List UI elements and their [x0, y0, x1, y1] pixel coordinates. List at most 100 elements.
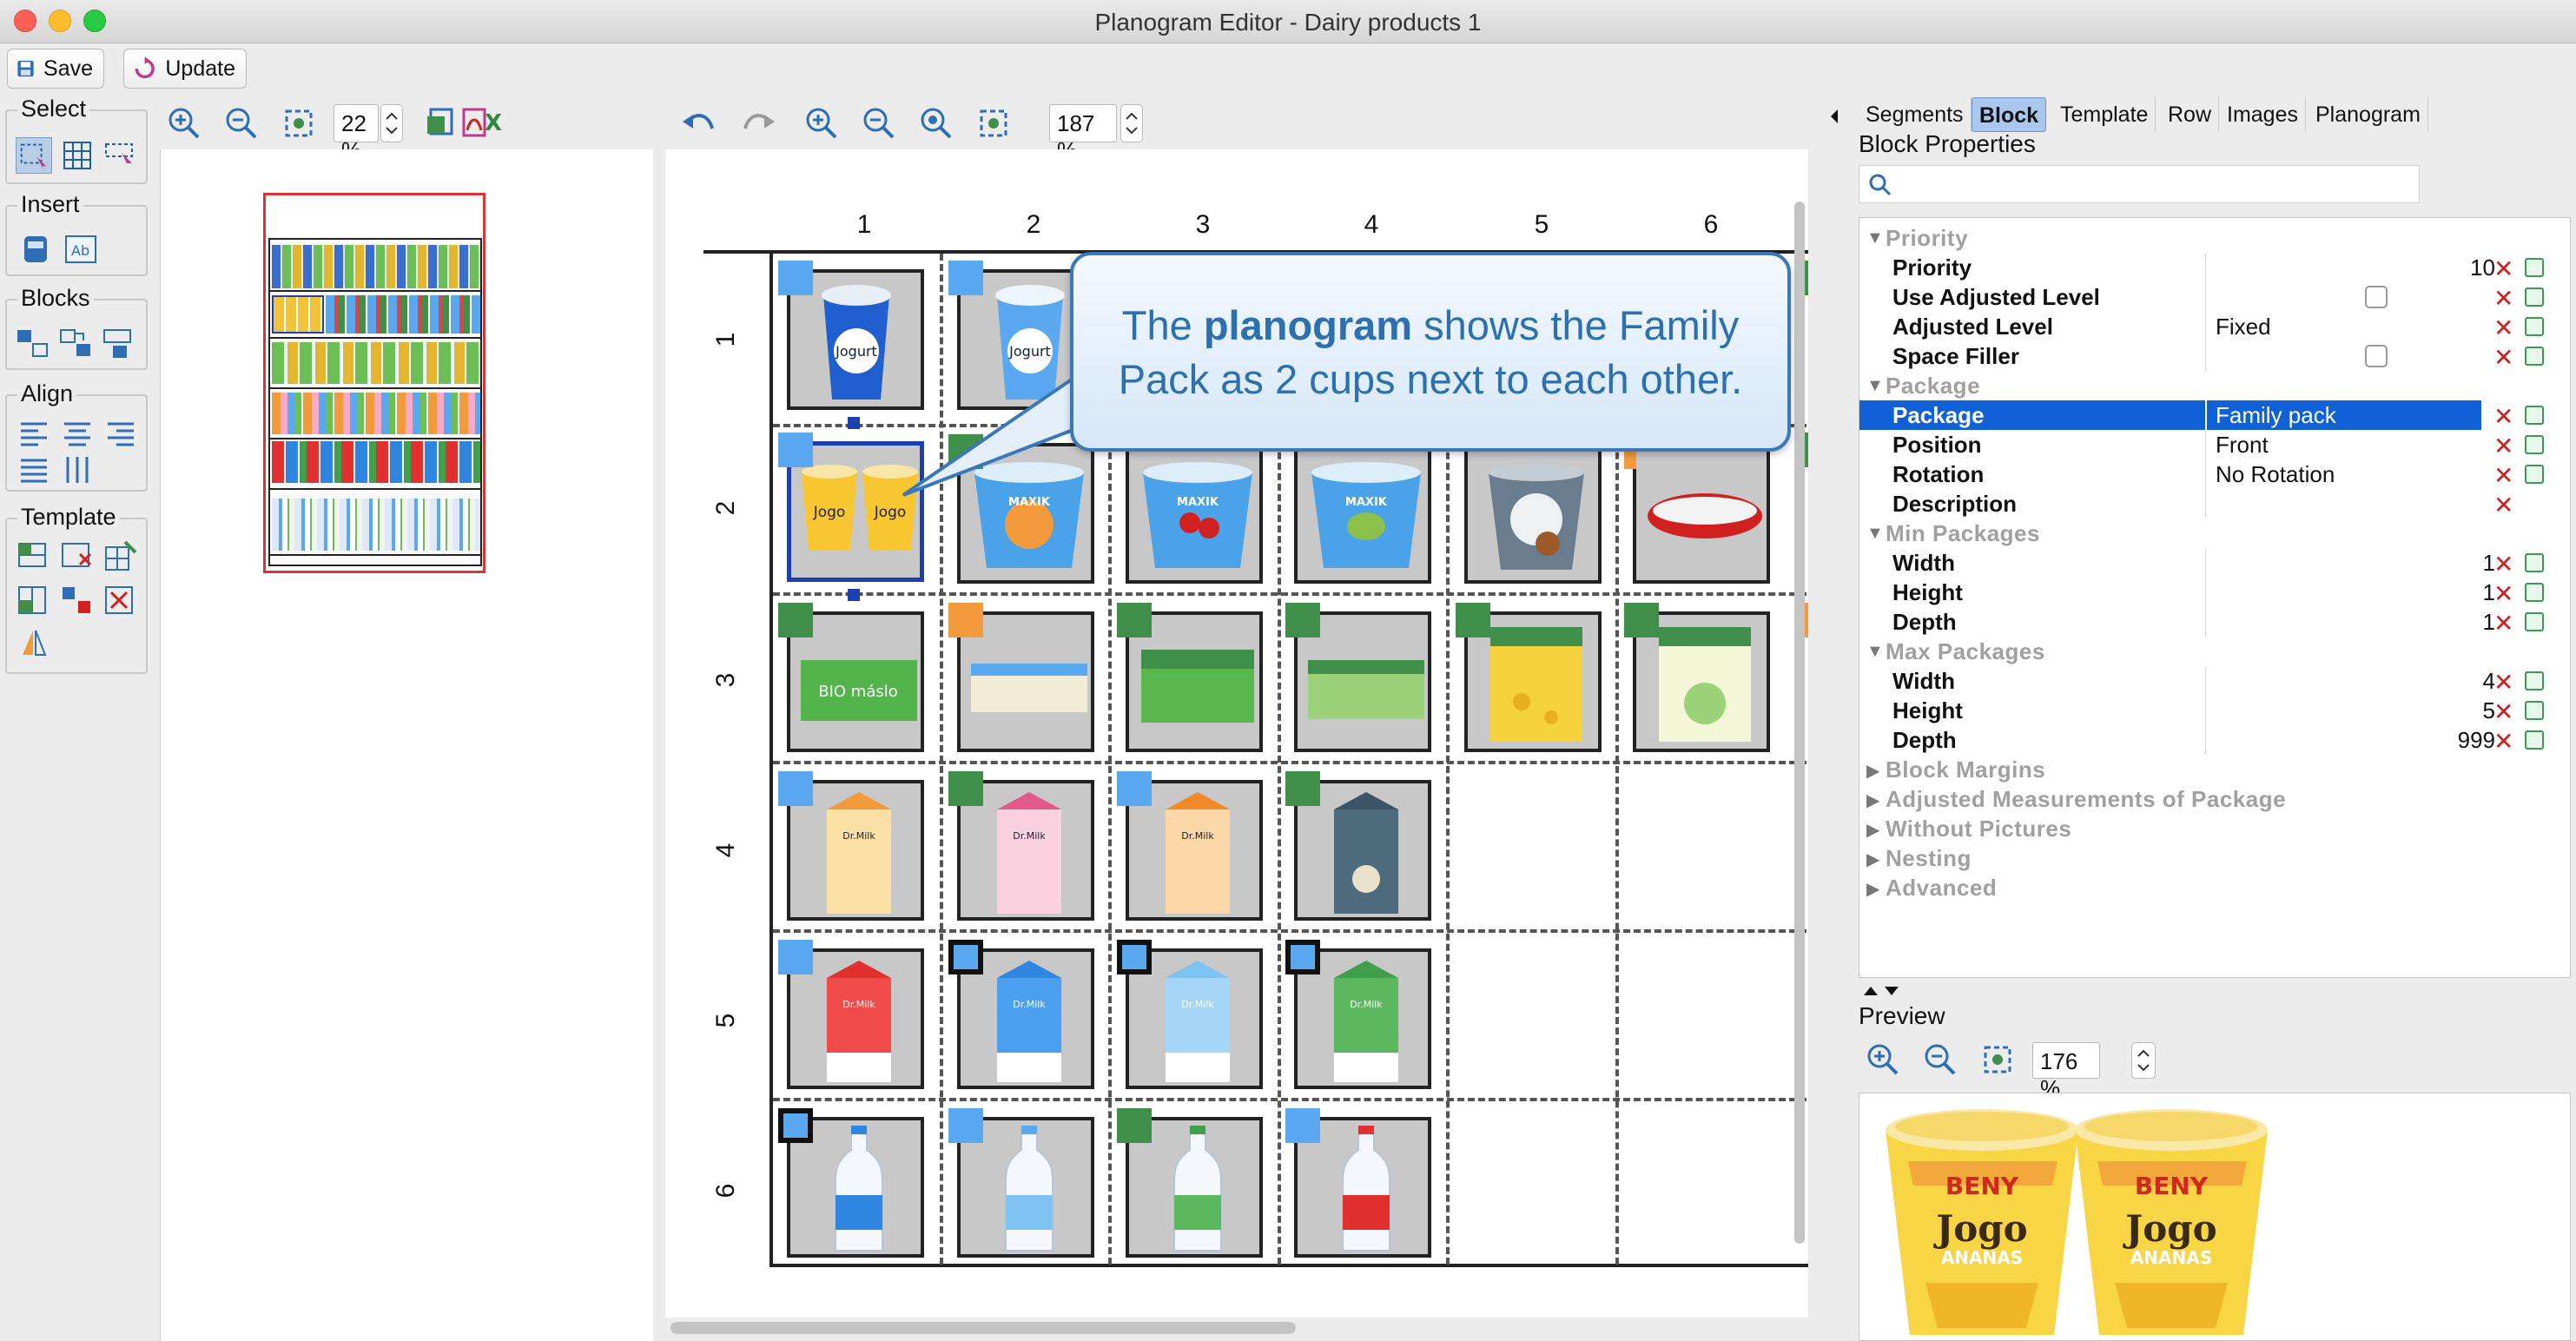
edit-property-icon[interactable]	[2525, 671, 2544, 690]
reset-property-icon[interactable]: ✕	[2493, 579, 2513, 608]
block-marker-blue[interactable]	[778, 940, 813, 974]
property-row-max-depth[interactable]: Depth 999 ✕	[1859, 725, 2570, 755]
block-marker-blue[interactable]	[1285, 1108, 1320, 1143]
edit-property-icon[interactable]	[2525, 465, 2544, 484]
tab-template[interactable]: Template	[2053, 97, 2157, 132]
editor-horizontal-scrollbar[interactable]	[670, 1322, 1296, 1334]
product-cell[interactable]	[1464, 443, 1602, 584]
block-marker-blue[interactable]	[1117, 771, 1152, 806]
align-left-icon[interactable]	[16, 415, 52, 452]
edit-property-icon[interactable]	[2525, 258, 2544, 277]
template-add-row-icon[interactable]	[16, 538, 52, 575]
overview-canvas[interactable]	[160, 149, 653, 1341]
editor-zoom-stepper[interactable]	[1120, 104, 1143, 142]
property-row-min-depth[interactable]: Depth 1 ✕	[1859, 607, 2570, 637]
block-marker-blue[interactable]	[948, 261, 983, 295]
update-button[interactable]: Update	[123, 49, 247, 89]
block-marker-green[interactable]	[1117, 603, 1152, 637]
block-marker-blue[interactable]	[778, 261, 813, 295]
block-split-icon[interactable]	[14, 325, 50, 361]
edit-property-icon[interactable]	[2525, 730, 2544, 750]
reset-property-icon[interactable]: ✕	[2493, 343, 2513, 372]
edit-property-icon[interactable]	[2525, 583, 2544, 602]
block-marker-selected[interactable]	[778, 1108, 813, 1143]
reset-property-icon[interactable]: ✕	[2493, 491, 2513, 519]
tab-segments[interactable]: Segments	[1859, 97, 1972, 132]
insert-product-icon[interactable]	[17, 231, 54, 268]
product-cell[interactable]: MAXIK	[1294, 443, 1431, 584]
space-filler-checkbox[interactable]	[2365, 345, 2388, 367]
reset-property-icon[interactable]: ✕	[2493, 550, 2513, 578]
tab-block[interactable]: Block	[1972, 97, 2047, 132]
preview-zoom-stepper[interactable]	[2131, 1042, 2156, 1079]
collapse-left-icon[interactable]	[1827, 108, 1841, 125]
editor-fit-to-window-icon[interactable]	[974, 104, 1013, 142]
block-marker-blue[interactable]	[948, 1108, 983, 1143]
align-right-icon[interactable]	[102, 415, 139, 452]
property-row-adjusted-level[interactable]: Adjusted Level Fixed ✕	[1859, 312, 2570, 341]
edit-property-icon[interactable]	[2525, 287, 2544, 307]
reset-property-icon[interactable]: ✕	[2493, 668, 2513, 697]
editor-zoom-field[interactable]: 187 %	[1049, 104, 1117, 163]
overview-zoom-stepper[interactable]	[380, 104, 403, 142]
block-marker-green[interactable]	[1624, 603, 1659, 637]
category-block-margins[interactable]: ▶ Block Margins	[1859, 755, 2570, 784]
block-marker-orange[interactable]	[948, 603, 983, 637]
property-search-input[interactable]	[1859, 165, 2420, 203]
block-marker-blue[interactable]	[778, 771, 813, 806]
edit-property-icon[interactable]	[2525, 612, 2544, 631]
preview-zoom-field[interactable]: 176 %	[2032, 1042, 2100, 1101]
property-row-description[interactable]: Description ✕	[1859, 489, 2570, 519]
edit-property-icon[interactable]	[2525, 317, 2544, 336]
editor-zoom-out-icon[interactable]	[860, 104, 898, 142]
reset-property-icon[interactable]: ✕	[2493, 609, 2513, 637]
reset-property-icon[interactable]: ✕	[2493, 727, 2513, 756]
reset-property-icon[interactable]: ✕	[2493, 284, 2513, 313]
preview-zoom-in-icon[interactable]	[1864, 1040, 1902, 1079]
insert-text-icon[interactable]: Ab	[63, 231, 99, 268]
editor-vertical-scrollbar[interactable]	[1794, 201, 1805, 1244]
distribute-rows-icon[interactable]	[16, 452, 52, 488]
mirror-icon[interactable]	[16, 625, 52, 662]
category-adjusted-measurements[interactable]: ▶ Adjusted Measurements of Package	[1859, 784, 2570, 814]
preview-zoom-out-icon[interactable]	[1921, 1040, 1959, 1079]
template-remove-row-icon[interactable]	[59, 538, 96, 575]
editor-zoom-in-icon[interactable]	[803, 104, 841, 142]
block-marker-blue[interactable]	[778, 433, 813, 467]
split-pane-arrows-icon[interactable]	[1862, 983, 1906, 1001]
property-row-package-selected[interactable]: Package Family pack ✕	[1859, 400, 2570, 430]
resize-handle-top[interactable]	[848, 417, 860, 429]
reset-property-icon[interactable]: ✕	[2493, 314, 2513, 342]
block-marker-selected[interactable]	[948, 940, 983, 974]
preview-fit-icon[interactable]	[1978, 1040, 2017, 1079]
select-rectangle-icon[interactable]	[16, 137, 52, 174]
property-row-rotation[interactable]: Rotation No Rotation ✕	[1859, 459, 2570, 489]
edit-property-icon[interactable]	[2525, 553, 2544, 572]
export-excel-icon[interactable]: X	[485, 104, 511, 142]
property-row-priority[interactable]: Priority 10 ✕	[1859, 253, 2570, 282]
save-button[interactable]: Save	[7, 49, 104, 89]
template-delete-icon[interactable]	[102, 582, 139, 618]
category-advanced[interactable]: ▶ Advanced	[1859, 873, 2570, 902]
property-row-max-height[interactable]: Height 5 ✕	[1859, 696, 2570, 725]
reset-property-icon[interactable]: ✕	[2493, 254, 2513, 283]
category-max-packages[interactable]: ▼ Max Packages	[1859, 637, 2570, 666]
resize-handle-bottom[interactable]	[848, 589, 860, 601]
block-marker-green[interactable]	[1117, 1108, 1152, 1143]
distribute-columns-icon[interactable]	[59, 452, 96, 488]
edit-property-icon[interactable]	[2525, 406, 2544, 425]
block-marker-green[interactable]	[778, 603, 813, 637]
block-marker-green[interactable]	[1456, 603, 1490, 637]
property-row-max-width[interactable]: Width 4 ✕	[1859, 666, 2570, 696]
category-priority[interactable]: ▼ Priority	[1859, 223, 2570, 253]
reset-property-icon[interactable]: ✕	[2493, 402, 2513, 431]
category-without-pictures[interactable]: ▶ Without Pictures	[1859, 814, 2570, 843]
edit-property-icon[interactable]	[2525, 347, 2544, 366]
template-add-column-icon[interactable]	[16, 582, 52, 618]
overview-zoom-field[interactable]: 22 %	[334, 104, 379, 163]
property-row-position[interactable]: Position Front ✕	[1859, 430, 2570, 459]
property-row-use-adjusted-level[interactable]: Use Adjusted Level ✕	[1859, 282, 2570, 312]
select-grid-icon[interactable]	[59, 137, 96, 174]
undo-icon[interactable]	[679, 104, 717, 142]
category-package[interactable]: ▼ Package	[1859, 371, 2570, 400]
